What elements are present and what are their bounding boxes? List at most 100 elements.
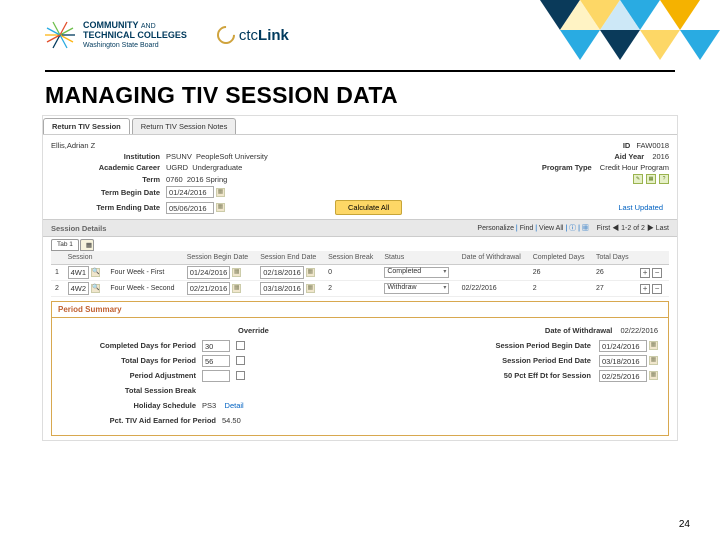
total-days-label: Total Days for Period — [62, 356, 202, 365]
session-details-header: Session Details Personalize | Find | Vie… — [43, 219, 677, 237]
session-status-select[interactable]: Completed — [384, 267, 449, 278]
ctclink-logo: ctcLink — [217, 26, 289, 44]
grid-subtab[interactable]: Tab 1 — [51, 239, 79, 251]
find-link[interactable]: Find — [520, 225, 534, 232]
term-code: 0760 — [166, 175, 183, 184]
student-name: Ellis,Adrian Z — [51, 141, 95, 150]
aid-year-label: Aid Year — [614, 152, 650, 161]
institution-code: PSUNV — [166, 152, 192, 161]
withdrawal-date: 02/22/2016 — [458, 281, 529, 297]
calculate-all-button[interactable]: Calculate All — [335, 200, 402, 215]
calendar-icon[interactable]: ▦ — [649, 341, 658, 350]
page-tabs: Return TIV Session Return TIV Session No… — [43, 116, 677, 135]
term-name: 2016 Spring — [187, 175, 227, 184]
pct-tiv-label: Pct. TIV Aid Earned for Period — [62, 416, 222, 425]
grid-subtab-expand[interactable]: ▦ — [80, 239, 94, 251]
period-summary: Period Summary Override Date of Withdraw… — [51, 301, 669, 436]
calendar-icon[interactable]: ▦ — [649, 356, 658, 365]
sped-input[interactable]: 03/18/2016 — [599, 355, 647, 367]
calendar-icon[interactable]: ▦ — [306, 284, 315, 293]
sbctc-logo-text: COMMUNITY AND TECHNICAL COLLEGES Washing… — [83, 21, 187, 49]
total-days-input[interactable]: 56 — [202, 355, 230, 367]
institution-label: Institution — [51, 152, 166, 161]
session-begin-input[interactable]: 02/21/2016 — [187, 282, 231, 295]
term-end-input[interactable]: 05/06/2016 — [166, 202, 214, 214]
period-summary-header: Period Summary — [52, 302, 668, 318]
notes-icon[interactable]: ▦ — [646, 174, 656, 184]
total-session-break-label: Total Session Break — [62, 386, 202, 395]
session-code-input[interactable]: 4W1 — [68, 266, 89, 279]
burst-icon — [45, 20, 75, 50]
dow-label: Date of Withdrawal — [545, 326, 618, 335]
spbd-input[interactable]: 01/24/2016 — [599, 340, 647, 352]
aid-year-value: 2016 — [652, 152, 669, 161]
grid-pager[interactable]: First ◀ 1-2 of 2 ▶ Last — [597, 225, 669, 232]
period-adjustment-label: Period Adjustment — [62, 371, 202, 380]
program-type-label: Program Type — [542, 163, 598, 172]
session-end-input[interactable]: 02/18/2016 — [260, 266, 304, 279]
add-row-button[interactable]: + — [640, 284, 650, 294]
total-days: 27 — [592, 281, 635, 297]
completed-days-input[interactable]: 30 — [202, 340, 230, 352]
page-number: 24 — [679, 519, 690, 530]
completed-days-label: Completed Days for Period — [62, 341, 202, 350]
last-updated-link[interactable]: Last Updated — [618, 203, 669, 212]
spbd-label: Session Period Begin Date — [495, 341, 596, 350]
session-name: Four Week - First — [106, 265, 182, 281]
table-row: 24W2🔍Four Week - Second02/21/2016▦03/18/… — [51, 281, 669, 297]
term-label: Term — [51, 175, 166, 184]
slide-header: COMMUNITY AND TECHNICAL COLLEGES Washing… — [0, 0, 720, 70]
worksheet-icon[interactable]: ✎ — [633, 174, 643, 184]
sbctc-logo: COMMUNITY AND TECHNICAL COLLEGES Washing… — [45, 20, 187, 50]
session-break: 2 — [324, 281, 380, 297]
id-value: FAW0018 — [636, 141, 669, 150]
completed-override-checkbox[interactable] — [236, 341, 245, 350]
swirl-icon — [213, 22, 238, 47]
delete-row-button[interactable]: − — [652, 268, 662, 278]
calendar-icon[interactable]: ▦ — [216, 203, 225, 212]
lookup-icon[interactable]: 🔍 — [91, 284, 100, 293]
fifty-pct-label: 50 Pct Eff Dt for Session — [504, 371, 597, 380]
override-header: Override — [238, 326, 269, 335]
term-begin-label: Term Begin Date — [51, 188, 166, 197]
total-override-checkbox[interactable] — [236, 356, 245, 365]
pct-tiv-value: 54.50 — [222, 416, 241, 425]
calendar-icon[interactable]: ▦ — [216, 188, 225, 197]
tab-return-tiv-session-notes[interactable]: Return TIV Session Notes — [132, 118, 237, 134]
calendar-icon[interactable]: ▦ — [306, 268, 315, 277]
tab-return-tiv-session[interactable]: Return TIV Session — [43, 118, 130, 134]
holiday-schedule-code: PS3 — [202, 401, 216, 410]
calendar-icon[interactable]: ▦ — [232, 284, 241, 293]
lookup-icon[interactable]: 🔍 — [91, 268, 100, 277]
session-end-input[interactable]: 03/18/2016 — [260, 282, 304, 295]
help-icon[interactable]: ? — [659, 174, 669, 184]
add-row-button[interactable]: + — [640, 268, 650, 278]
session-grid: Session Session Begin DateSession End Da… — [51, 251, 669, 297]
session-break: 0 — [324, 265, 380, 281]
holiday-detail-link[interactable]: Detail — [225, 401, 244, 410]
triangle-decoration — [500, 0, 720, 70]
total-days: 26 — [592, 265, 635, 281]
completed-days: 2 — [529, 281, 592, 297]
dow-value: 02/22/2016 — [620, 326, 658, 335]
term-end-label: Term Ending Date — [51, 203, 166, 212]
program-type-value: Credit Hour Program — [600, 163, 669, 172]
term-begin-input[interactable]: 01/24/2016 — [166, 186, 214, 198]
calendar-icon[interactable]: ▦ — [649, 371, 658, 380]
header-divider — [45, 70, 675, 72]
institution-name: PeopleSoft University — [196, 152, 268, 161]
session-status-select[interactable]: Withdraw — [384, 283, 449, 294]
completed-days: 26 — [529, 265, 592, 281]
view-all-link[interactable]: View All — [539, 225, 563, 232]
adjustment-override-checkbox[interactable] — [236, 371, 245, 380]
holiday-schedule-label: Holiday Schedule — [62, 401, 202, 410]
period-adjustment-input[interactable] — [202, 370, 230, 382]
fifty-pct-input[interactable]: 02/25/2016 — [599, 370, 647, 382]
session-begin-input[interactable]: 01/24/2016 — [187, 266, 231, 279]
calendar-icon[interactable]: ▦ — [232, 268, 241, 277]
peoplesoft-screen: Return TIV Session Return TIV Session No… — [42, 115, 678, 441]
personalize-link[interactable]: Personalize — [477, 225, 514, 232]
slide-title: MANAGING TIV SESSION DATA — [45, 82, 675, 109]
session-code-input[interactable]: 4W2 — [68, 282, 89, 295]
delete-row-button[interactable]: − — [652, 284, 662, 294]
